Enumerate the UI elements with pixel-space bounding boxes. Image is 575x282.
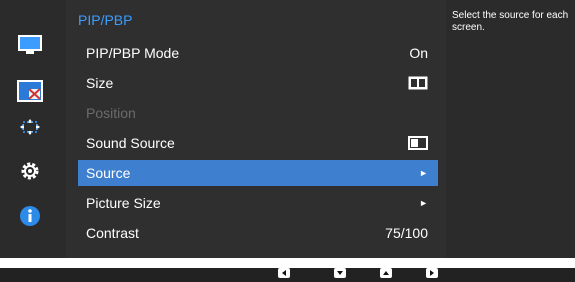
menu-item-pip-pbp-mode[interactable]: PIP/PBP Mode On	[78, 40, 438, 66]
up-arrow-icon[interactable]	[380, 268, 392, 278]
gear-icon[interactable]	[17, 160, 43, 182]
move-icon[interactable]	[17, 116, 43, 138]
menu-item-size[interactable]: Size	[78, 70, 438, 96]
menu-item-value: On	[409, 45, 428, 61]
menu-item-value: ►	[419, 198, 428, 208]
menu-item-label: Picture Size	[86, 195, 161, 211]
pbp-size-icon	[408, 76, 438, 90]
menu-item-value: 75/100	[385, 225, 428, 241]
menu-item-label: Position	[86, 105, 136, 121]
menu-item-label: Source	[86, 165, 131, 181]
info-icon[interactable]	[17, 205, 43, 227]
menu-category-rail	[0, 0, 66, 258]
menu-item-sound-source[interactable]: Sound Source	[78, 130, 438, 156]
menu-item-contrast[interactable]: Contrast 75/100	[78, 220, 438, 246]
pip-pbp-panel: PIP/PBP PIP/PBP Mode On Size Position So…	[66, 0, 446, 258]
screen-left-icon	[408, 136, 438, 150]
menu-item-label: Size	[86, 75, 114, 91]
panel-title: PIP/PBP	[78, 12, 133, 28]
menu-item-picture-size[interactable]: Picture Size ►	[78, 190, 438, 216]
menu-item-value: ►	[419, 168, 428, 178]
right-arrow-icon[interactable]	[426, 268, 438, 278]
help-text: Select the source for each screen.	[452, 10, 569, 33]
menu-item-label: Sound Source	[86, 135, 175, 151]
down-arrow-icon[interactable]	[334, 268, 346, 278]
navigation-bar	[0, 268, 575, 282]
menu-item-position: Position	[78, 100, 438, 126]
menu-item-label: PIP/PBP Mode	[86, 45, 180, 61]
pip-icon[interactable]	[17, 80, 43, 102]
monitor-icon[interactable]	[17, 34, 43, 56]
menu-item-source[interactable]: Source ►	[78, 160, 438, 186]
osd-menu: PIP/PBP PIP/PBP Mode On Size Position So…	[0, 0, 575, 258]
left-arrow-icon[interactable]	[278, 268, 290, 278]
menu-item-label: Contrast	[86, 225, 139, 241]
